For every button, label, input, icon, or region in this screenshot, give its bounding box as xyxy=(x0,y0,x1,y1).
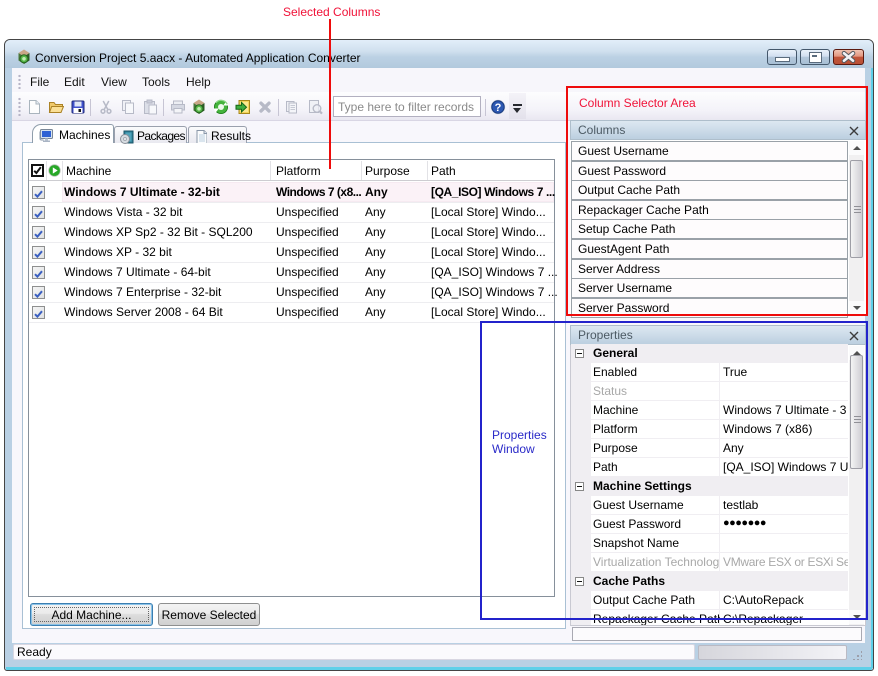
svg-text:?: ? xyxy=(495,102,502,114)
